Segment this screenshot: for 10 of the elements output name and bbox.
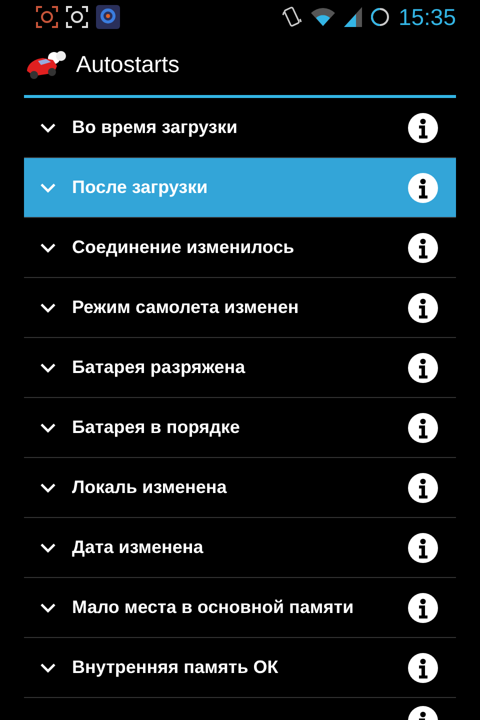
clock: 15:35: [398, 2, 456, 32]
list-item[interactable]: Соединение изменилось: [24, 218, 456, 278]
list-item[interactable]: Батарея разряжена: [24, 338, 456, 398]
list-item[interactable]: Локаль изменена: [24, 458, 456, 518]
list-item[interactable]: Дата изменена: [24, 518, 456, 578]
app-title: Autostarts: [76, 50, 180, 80]
list-item[interactable]: Мало места в основной памяти: [24, 578, 456, 638]
list-item[interactable]: Режим самолета изменен: [24, 278, 456, 338]
list-item[interactable]: Батарея в порядке: [24, 398, 456, 458]
list-item[interactable]: Внутренняя память ОК: [24, 638, 456, 698]
